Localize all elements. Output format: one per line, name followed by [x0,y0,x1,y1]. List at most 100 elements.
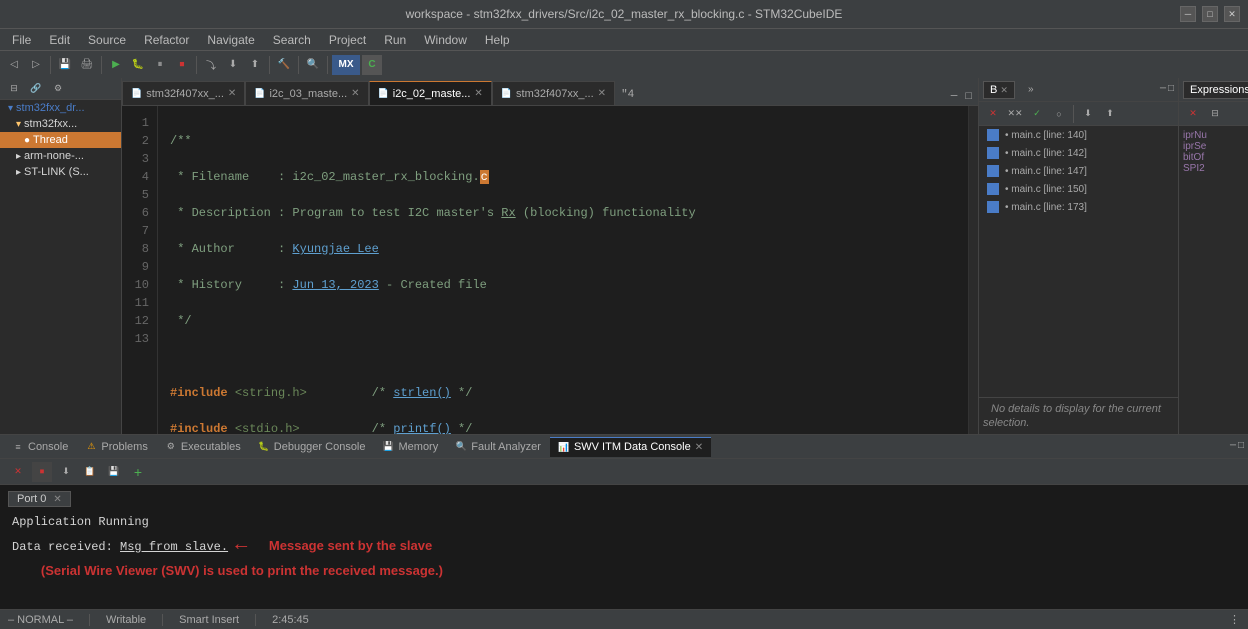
sidebar-item-thread[interactable]: ● Thread [0,132,121,148]
tab-close-1[interactable]: ✕ [228,88,236,99]
tab-label-4: stm32f407xx_... [516,88,594,100]
msg-from-slave: Msg from slave. [120,540,228,554]
bottom-maximize-btn[interactable]: □ [1238,441,1244,452]
tab-memory[interactable]: 💾 Memory [375,437,447,457]
toolbar-forward-btn[interactable]: ▷ [26,55,46,75]
swv-scroll-btn[interactable]: ⬇ [56,462,76,482]
toolbar-print-btn[interactable]: 🖨 [77,55,97,75]
tab-i2c03[interactable]: 📄 i2c_03_maste... ✕ [245,81,368,105]
tab-more[interactable]: "4 [615,85,640,105]
toolbar-stop-btn[interactable]: ⏹ [172,55,192,75]
port-tab-close[interactable]: ✕ [53,494,61,505]
bp-checkbox-4[interactable] [987,183,999,195]
bp-checkbox-2[interactable] [987,147,999,159]
sidebar-item-stlink[interactable]: ▸ ST-LINK (S... [0,164,121,180]
menu-project[interactable]: Project [321,31,374,49]
maximize-button[interactable]: □ [1202,6,1218,22]
breakpoints-tab-close[interactable]: ✕ [1000,85,1008,95]
status-more-btn[interactable]: ⋮ [1229,613,1240,626]
bp-remove-btn[interactable]: ✕ [983,104,1003,124]
editor-scrollbar[interactable] [968,106,978,434]
breakpoint-item-2[interactable]: • main.c [line: 142] [979,144,1178,162]
tab-fault-analyzer[interactable]: 🔍 Fault Analyzer [447,437,549,457]
toolbar-run-btn[interactable]: ▶ [106,55,126,75]
swv-stop-btn[interactable]: ⏹ [32,462,52,482]
collapse-all-btn[interactable]: ⊟ [4,79,24,99]
swv-clear-btn[interactable]: ✕ [8,462,28,482]
menu-window[interactable]: Window [416,31,475,49]
swv-export-btn[interactable]: 💾 [104,462,124,482]
bp-disable-btn[interactable]: ○ [1049,104,1069,124]
tab-console[interactable]: ≡ Console [4,437,76,457]
bp-enable-btn[interactable]: ✓ [1027,104,1047,124]
tab-problems[interactable]: ⚠ Problems [77,437,155,457]
tab-i2c02[interactable]: 📄 i2c_02_maste... ✕ [369,81,492,105]
toolbar-back-btn[interactable]: ◁ [4,55,24,75]
window-controls: ─ □ ✕ [1180,6,1240,22]
menu-help[interactable]: Help [477,31,518,49]
minimize-button[interactable]: ─ [1180,6,1196,22]
tab-label-2: i2c_03_maste... [269,88,347,100]
menu-run[interactable]: Run [376,31,414,49]
sidebar-item-src-folder[interactable]: ▾ stm32fxx... [0,116,121,132]
port-tab[interactable]: Port 0 ✕ [8,491,71,507]
close-button[interactable]: ✕ [1224,6,1240,22]
toolbar-step-into-btn[interactable]: ⬇ [223,55,243,75]
menu-edit[interactable]: Edit [41,31,78,49]
toolbar-perspective-c-btn[interactable]: C [362,55,382,75]
toolbar-perspective-btn[interactable]: MX [332,55,360,75]
bp-checkbox-5[interactable] [987,201,999,213]
breakpoint-item-1[interactable]: • main.c [line: 140] [979,126,1178,144]
menu-search[interactable]: Search [265,31,319,49]
toolbar-step-out-btn[interactable]: ⬆ [245,55,265,75]
console-data-received: Data received: Msg from slave. [12,540,228,554]
executables-tab-label: Executables [181,441,241,453]
bottom-minimize-btn[interactable]: ─ [1230,441,1236,452]
breakpoints-tab[interactable]: B ✕ [983,81,1015,99]
menu-refactor[interactable]: Refactor [136,31,197,49]
swv-tab-close[interactable]: ✕ [695,442,703,453]
menu-source[interactable]: Source [80,31,134,49]
expr-remove-btn[interactable]: ✕ [1183,104,1203,124]
expr-tab[interactable]: Expressions [1183,81,1248,99]
toolbar-save-btn[interactable]: 💾 [55,55,75,75]
tab-close-2[interactable]: ✕ [351,88,359,99]
breakpoint-item-3[interactable]: • main.c [line: 147] [979,162,1178,180]
toolbar-debug-btn[interactable]: 🐛 [128,55,148,75]
tab-executables[interactable]: ⚙ Executables [157,437,249,457]
sidebar-settings-btn[interactable]: ⚙ [48,79,68,99]
expr-collapse-btn[interactable]: ⊟ [1205,104,1225,124]
sidebar-item-toolchain[interactable]: ▸ arm-none-... [0,148,121,164]
bp-checkbox-1[interactable] [987,129,999,141]
swv-copy-btn[interactable]: 📋 [80,462,100,482]
toolbar-search-btn[interactable]: 🔍 [303,55,323,75]
code-content[interactable]: /** * Filename : i2c_02_master_rx_blocki… [158,106,968,434]
tab-stm32f407xx-2[interactable]: 📄 stm32f407xx_... ✕ [492,81,615,105]
swv-add-btn[interactable]: + [128,462,148,482]
breakpoint-item-5[interactable]: • main.c [line: 173] [979,198,1178,216]
rp-minimize-btn[interactable]: ─ [1160,84,1166,95]
sidebar-item-project[interactable]: ▾ stm32fxx_dr... [0,100,121,116]
menu-navigate[interactable]: Navigate [199,31,262,49]
bp-export-btn[interactable]: ⬆ [1100,104,1120,124]
bp-import-btn[interactable]: ⬇ [1078,104,1098,124]
link-editor-btn[interactable]: 🔗 [26,79,46,99]
toolbar-pause-btn[interactable]: ⏸ [150,55,170,75]
tab-debugger-console[interactable]: 🐛 Debugger Console [250,437,374,457]
toolbar-build-btn[interactable]: 🔨 [274,55,294,75]
bottom-toolbar: ✕ ⏹ ⬇ 📋 💾 + [0,459,1248,485]
tab-swv-itm[interactable]: 📊 SWV ITM Data Console ✕ [550,437,711,457]
tab-close-4[interactable]: ✕ [598,88,606,99]
rp-tab-more[interactable]: » [1021,81,1041,98]
minimize-editor-btn[interactable]: ─ [949,89,960,105]
bp-remove-all-btn[interactable]: ✕✕ [1005,104,1025,124]
menu-file[interactable]: File [4,31,39,49]
toolbar-step-over-btn[interactable]: ⤵ [201,55,221,75]
tab-stm32f407xx-1[interactable]: 📄 stm32f407xx_... ✕ [122,81,245,105]
rp-maximize-btn[interactable]: □ [1168,84,1174,95]
maximize-editor-btn[interactable]: □ [963,89,974,105]
tab-close-3[interactable]: ✕ [474,88,482,99]
code-editor[interactable]: 1 2 3 4 5 6 7 8 9 10 11 12 13 /** * File… [122,106,978,434]
breakpoint-item-4[interactable]: • main.c [line: 150] [979,180,1178,198]
bp-checkbox-3[interactable] [987,165,999,177]
